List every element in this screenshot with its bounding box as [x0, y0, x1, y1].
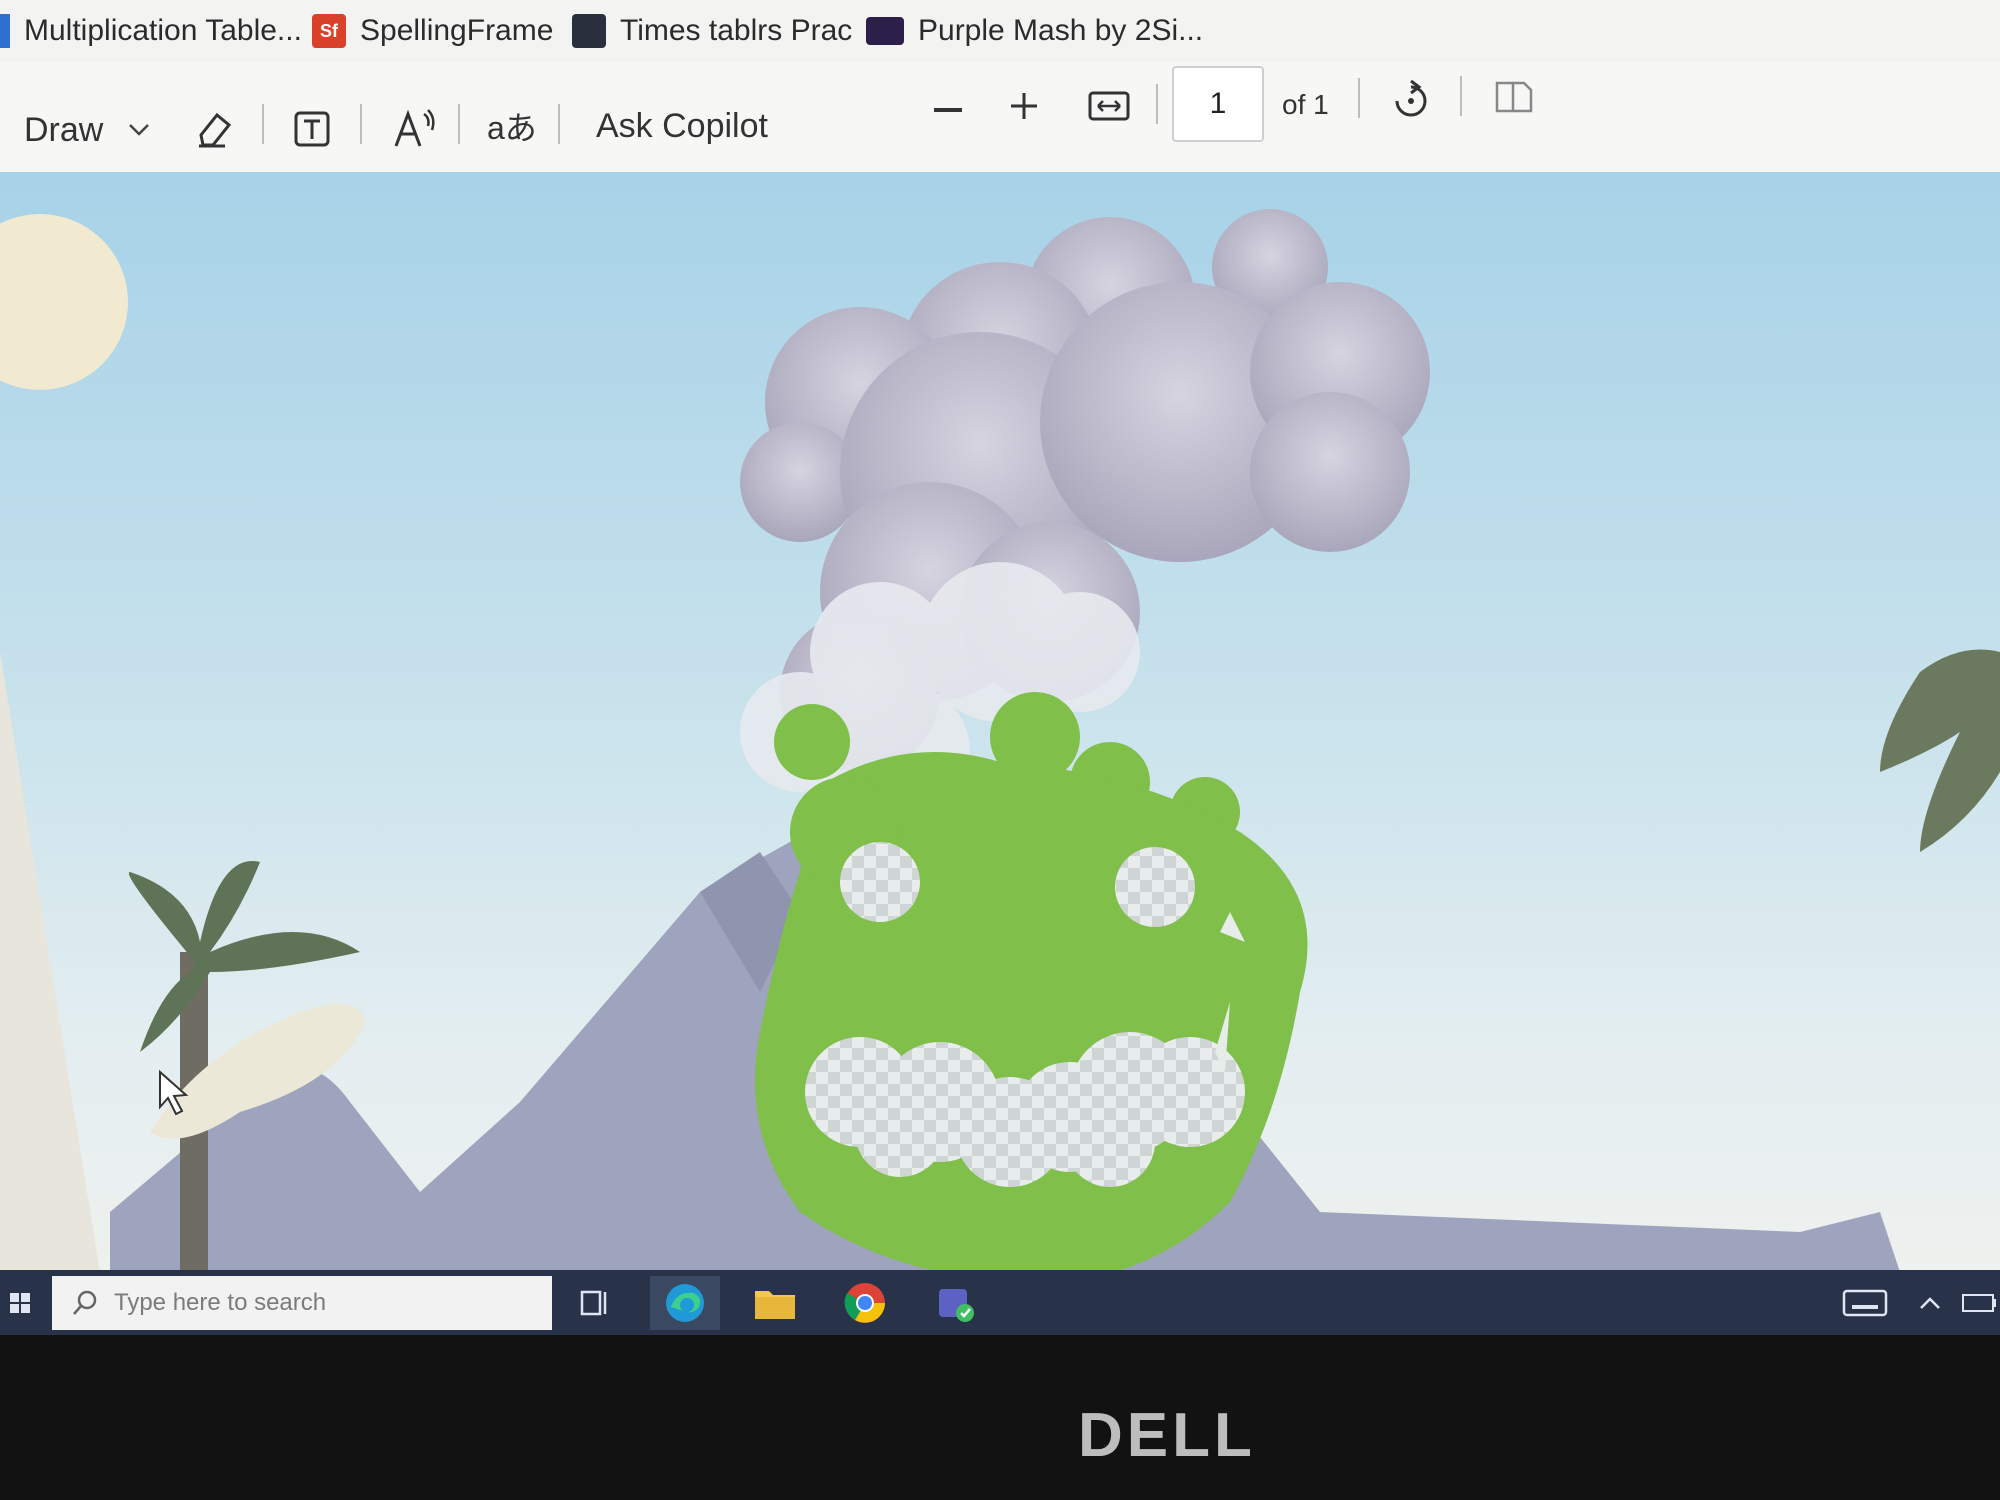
divider [262, 104, 264, 144]
bookmark-spellingframe[interactable]: Sf SpellingFrame [312, 8, 553, 54]
spellingframe-icon: Sf [312, 14, 346, 48]
fit-width-icon[interactable] [1084, 84, 1134, 128]
sun-shape [0, 214, 128, 390]
volcano-monster-drawing [0, 209, 2000, 1272]
taskbar: Type here to search [0, 1270, 2000, 1335]
svg-text:aあ: aあ [487, 110, 537, 146]
bookmarks-bar: Multiplication Table... Sf SpellingFrame… [0, 0, 2000, 62]
battery-icon[interactable] [1958, 1276, 2000, 1330]
page-total-label: of 1 [1282, 89, 1329, 120]
eraser-icon[interactable] [192, 104, 236, 154]
edge-icon[interactable] [650, 1276, 720, 1330]
bookmark-label: Purple Mash by 2Si... [918, 14, 1204, 47]
chevron-up-icon[interactable] [1910, 1276, 1950, 1330]
bookmark-label: SpellingFrame [360, 14, 554, 47]
start-icon[interactable] [0, 1276, 40, 1330]
page-total: of 1 [1282, 80, 1329, 130]
page-number-input[interactable]: 1 [1172, 66, 1264, 142]
search-placeholder: Type here to search [114, 1289, 327, 1316]
task-view-icon[interactable] [560, 1276, 630, 1330]
read-aloud-icon[interactable] [390, 102, 440, 154]
green-monster [755, 692, 1308, 1272]
rotate-icon[interactable] [1384, 74, 1438, 128]
translate-icon[interactable]: aあ [484, 104, 540, 154]
bookmark-times-tables[interactable]: Times tablrs Prac [572, 8, 852, 54]
divider [458, 104, 460, 144]
screen: Multiplication Table... Sf SpellingFrame… [0, 0, 2000, 1335]
pdf-page-view[interactable] [0, 172, 2000, 1272]
pdf-toolbar: Draw aあ Ask Copilot 1 of 1 [0, 62, 2000, 174]
divider [360, 104, 362, 144]
purple-mash-icon [866, 17, 904, 45]
divider [558, 104, 560, 144]
palm-tree-right [1880, 649, 2000, 852]
ask-copilot-label: Ask Copilot [596, 106, 768, 145]
dell-logo: DELL [1078, 1401, 1256, 1470]
chrome-icon[interactable] [830, 1276, 900, 1330]
keyboard-icon[interactable] [1830, 1276, 1900, 1330]
page-view-icon[interactable] [1490, 72, 1538, 122]
ask-copilot-button[interactable]: Ask Copilot [596, 100, 768, 152]
divider [1460, 76, 1462, 116]
bookmark-label: Times tablrs Prac [620, 14, 853, 47]
draw-button[interactable]: Draw [24, 108, 103, 152]
zoom-out-icon[interactable] [928, 90, 968, 130]
divider [1358, 78, 1360, 118]
bookmark-multiplication-table[interactable]: Multiplication Table... [0, 8, 302, 54]
zoom-in-icon[interactable] [1004, 86, 1044, 126]
teams-icon[interactable] [920, 1276, 990, 1330]
draw-label: Draw [24, 110, 104, 149]
search-icon [73, 1290, 97, 1315]
laptop-bezel [0, 1335, 2000, 1500]
divider [1156, 84, 1158, 124]
bookmark-purple-mash[interactable]: Purple Mash by 2Si... [866, 8, 1203, 54]
monster-eye-left [840, 842, 920, 922]
text-box-icon[interactable] [290, 104, 334, 154]
file-explorer-icon[interactable] [740, 1276, 810, 1330]
monster-eye-right [1115, 847, 1195, 927]
bookmark-label: Multiplication Table... [24, 14, 302, 47]
taskbar-search-box[interactable]: Type here to search [52, 1276, 552, 1330]
chevron-down-icon[interactable] [124, 110, 154, 150]
times-tables-icon [572, 14, 606, 48]
blue-bar-icon [0, 14, 10, 48]
